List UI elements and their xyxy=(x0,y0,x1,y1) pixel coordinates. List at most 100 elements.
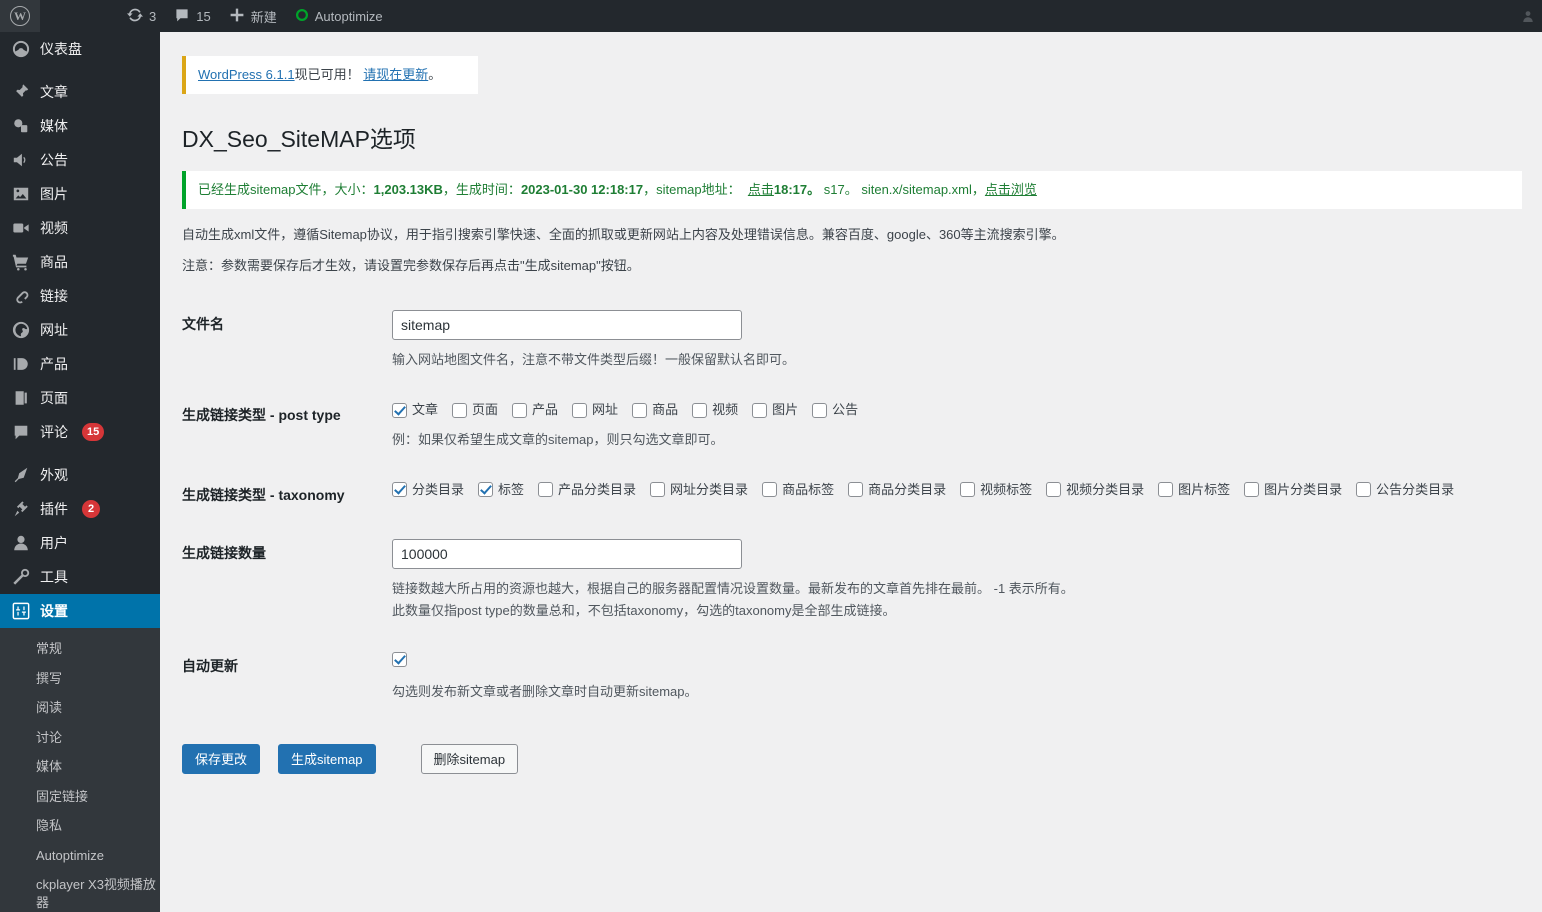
sidebar-item-settings[interactable]: 设置 xyxy=(0,594,160,628)
sitemap-status-address-label: ，sitemap地址： xyxy=(643,182,741,197)
sidebar-subitem-permalinks[interactable]: 固定链接 xyxy=(0,782,160,812)
post-type-checkbox-1[interactable] xyxy=(452,403,467,418)
sidebar-item-label: 外观 xyxy=(40,468,68,482)
post-type-checkbox-3[interactable] xyxy=(572,403,587,418)
sidebar-subitem-writing[interactable]: 撰写 xyxy=(0,664,160,694)
admin-bar-new-content[interactable]: 新建 xyxy=(220,0,286,32)
post-type-checkbox-group: 文章页面产品网址商品视频图片公告 xyxy=(392,401,1512,419)
sidebar-item-links[interactable]: 链接 xyxy=(0,279,160,313)
admin-sidebar: 仪表盘 文章 媒体 公告 图片 视频 商品 链接 网址 产品 页面 xyxy=(0,32,160,912)
post-type-checkbox-2[interactable] xyxy=(512,403,527,418)
post-type-checkbox-4[interactable] xyxy=(632,403,647,418)
taxonomy-checkbox-5[interactable] xyxy=(848,482,863,497)
sidebar-item-products[interactable]: 产品 xyxy=(0,347,160,381)
generate-sitemap-button[interactable]: 生成sitemap xyxy=(278,744,376,774)
wordpress-logo-button[interactable] xyxy=(0,0,40,32)
sidebar-item-urls[interactable]: 网址 xyxy=(0,313,160,347)
admin-bar-account-area[interactable] xyxy=(1522,10,1542,22)
globe-icon xyxy=(11,320,31,340)
sidebar-item-pages[interactable]: 页面 xyxy=(0,381,160,415)
sidebar-item-users[interactable]: 用户 xyxy=(0,526,160,560)
settings-icon xyxy=(11,601,31,621)
sidebar-item-label: 视频 xyxy=(40,221,68,235)
taxonomy-option: 公告分类目录 xyxy=(1356,481,1464,499)
sidebar-item-dashboard[interactable]: 仪表盘 xyxy=(0,32,160,66)
taxonomy-cell: 分类目录标签产品分类目录网址分类目录商品标签商品分类目录视频标签视频分类目录图片… xyxy=(382,466,1522,524)
taxonomy-checkbox-0[interactable] xyxy=(392,482,407,497)
sidebar-subitem-autoptimize[interactable]: Autoptimize xyxy=(0,841,160,871)
sidebar-item-images[interactable]: 图片 xyxy=(0,177,160,211)
sidebar-item-videos[interactable]: 视频 xyxy=(0,211,160,245)
taxonomy-checkbox-7[interactable] xyxy=(1046,482,1061,497)
sidebar-subitem-media[interactable]: 媒体 xyxy=(0,752,160,782)
form-row-filename: 文件名 输入网站地图文件名，注意不带文件类型后缀！一般保留默认名即可。 xyxy=(182,295,1522,386)
save-changes-button[interactable]: 保存更改 xyxy=(182,744,260,774)
update-now-link[interactable]: 请现在更新 xyxy=(363,67,428,82)
taxonomy-checkbox-6[interactable] xyxy=(960,482,975,497)
post-type-option: 网址 xyxy=(572,401,628,419)
comment-icon xyxy=(11,422,31,442)
sidebar-subitem-reading[interactable]: 阅读 xyxy=(0,693,160,723)
sidebar-subitem-privacy[interactable]: 隐私 xyxy=(0,811,160,841)
taxonomy-checkbox-3[interactable] xyxy=(650,482,665,497)
taxonomy-checkbox-4[interactable] xyxy=(762,482,777,497)
admin-bar-comments[interactable]: 15 xyxy=(165,0,219,32)
sidebar-item-media[interactable]: 媒体 xyxy=(0,109,160,143)
post-type-checkbox-7[interactable] xyxy=(812,403,827,418)
sidebar-subitem-ckplayer[interactable]: ckplayer X3视频播放器 xyxy=(0,870,160,912)
auto-update-cell: 勾选则发布新文章或者删除文章时自动更新sitemap。 xyxy=(382,637,1522,718)
sidebar-item-tools[interactable]: 工具 xyxy=(0,560,160,594)
cart-icon xyxy=(11,252,31,272)
megaphone-icon xyxy=(11,150,31,170)
filename-input[interactable] xyxy=(392,310,742,340)
post-type-checkbox-label: 图片 xyxy=(772,401,798,419)
admin-bar-autoptimize[interactable]: Autoptimize xyxy=(286,0,392,32)
comment-icon xyxy=(174,7,190,26)
settings-submenu: 常规 撰写 阅读 讨论 媒体 固定链接 隐私 Autoptimize ckpla… xyxy=(0,628,160,912)
auto-update-checkbox[interactable] xyxy=(392,652,407,667)
sidebar-item-label: 媒体 xyxy=(40,119,68,133)
product-icon xyxy=(11,354,31,374)
sidebar-item-goods[interactable]: 商品 xyxy=(0,245,160,279)
sidebar-item-announcements[interactable]: 公告 xyxy=(0,143,160,177)
sidebar-item-plugins[interactable]: 插件 2 xyxy=(0,492,160,526)
sidebar-item-posts[interactable]: 文章 xyxy=(0,75,160,109)
sidebar-subitem-discussion[interactable]: 讨论 xyxy=(0,723,160,753)
taxonomy-checkbox-9[interactable] xyxy=(1244,482,1259,497)
sidebar-item-label: 页面 xyxy=(40,391,68,405)
taxonomy-option: 标签 xyxy=(478,481,534,499)
sidebar-item-label: 设置 xyxy=(40,604,68,618)
taxonomy-checkbox-10[interactable] xyxy=(1356,482,1371,497)
link-count-label: 生成链接数量 xyxy=(182,524,382,637)
form-actions: 保存更改 生成sitemap 删除sitemap xyxy=(182,744,1522,774)
link-count-input[interactable] xyxy=(392,539,742,569)
post-type-checkbox-0[interactable] xyxy=(392,403,407,418)
form-row-auto-update: 自动更新 勾选则发布新文章或者删除文章时自动更新sitemap。 xyxy=(182,637,1522,718)
sidebar-item-comments[interactable]: 评论 15 xyxy=(0,415,160,449)
delete-sitemap-button[interactable]: 删除sitemap xyxy=(421,744,519,774)
update-notice-period: 。 xyxy=(428,67,441,82)
sidebar-subitem-general[interactable]: 常规 xyxy=(0,634,160,664)
taxonomy-checkbox-2[interactable] xyxy=(538,482,553,497)
post-type-description: 例：如果仅希望生成文章的sitemap，则只勾选文章即可。 xyxy=(392,429,1512,451)
taxonomy-checkbox-label: 商品标签 xyxy=(782,481,834,499)
taxonomy-checkbox-label: 图片标签 xyxy=(1178,481,1230,499)
taxonomy-checkbox-1[interactable] xyxy=(478,482,493,497)
form-row-taxonomy: 生成链接类型 - taxonomy 分类目录标签产品分类目录网址分类目录商品标签… xyxy=(182,466,1522,524)
wordpress-version-link[interactable]: WordPress 6.1.1 xyxy=(198,67,295,82)
sitemap-click-link[interactable]: 点击 xyxy=(748,182,774,197)
wordpress-logo-icon xyxy=(10,6,30,26)
taxonomy-checkbox-8[interactable] xyxy=(1158,482,1173,497)
sitemap-browse-link[interactable]: 点击浏览 xyxy=(985,182,1037,197)
sidebar-item-appearance[interactable]: 外观 xyxy=(0,458,160,492)
account-icon xyxy=(1522,10,1534,22)
admin-bar-updates[interactable]: 3 xyxy=(118,0,165,32)
taxonomy-option: 网址分类目录 xyxy=(650,481,758,499)
tools-icon xyxy=(11,567,31,587)
taxonomy-label: 生成链接类型 - taxonomy xyxy=(182,466,382,524)
post-type-checkbox-6[interactable] xyxy=(752,403,767,418)
post-type-checkbox-5[interactable] xyxy=(692,403,707,418)
sidebar-separator xyxy=(0,449,160,458)
taxonomy-checkbox-label: 视频标签 xyxy=(980,481,1032,499)
link-count-desc-line-1: 链接数越大所占用的资源也越大，根据自己的服务器配置情况设置数量。最新发布的文章首… xyxy=(392,578,1512,600)
